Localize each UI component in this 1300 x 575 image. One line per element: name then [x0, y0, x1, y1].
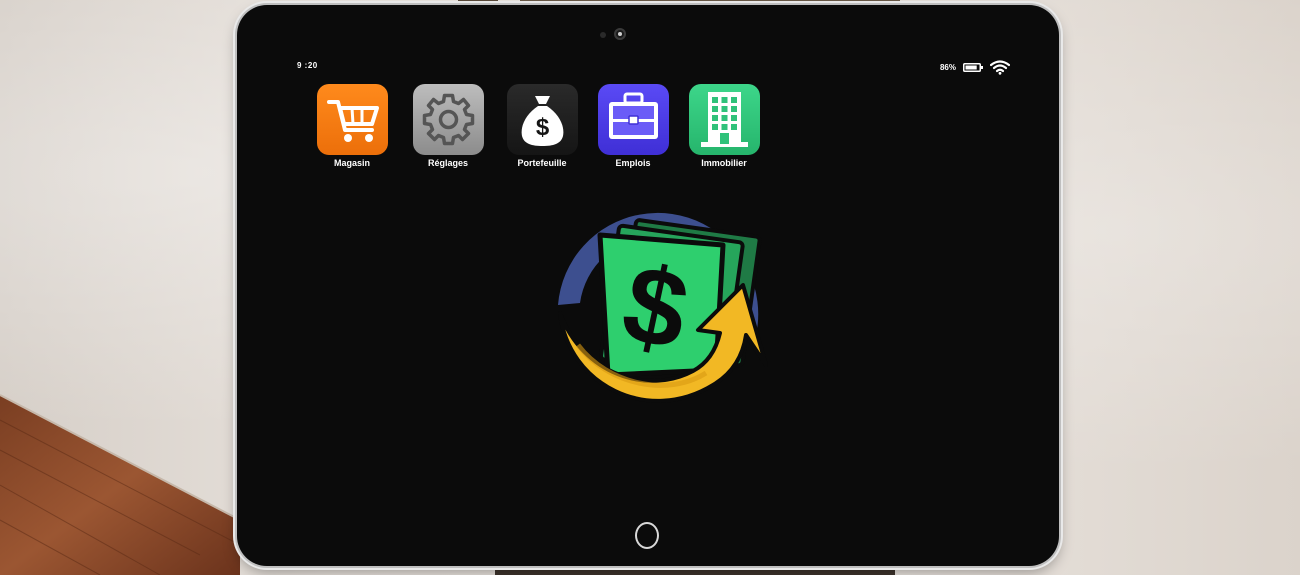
tablet-screen: 9 :20 86% Magasin Réglages $ Portefeuill… [285, 58, 1012, 510]
app-label-magasin: Magasin [333, 158, 370, 168]
app-label-emplois: Emplois [615, 158, 651, 168]
app-icon-portefeuille: $ [506, 84, 578, 155]
battery-percentage: 86% [939, 63, 956, 72]
gear-icon [422, 93, 474, 146]
stand-bottom [495, 565, 895, 575]
wifi-icon [990, 60, 1010, 75]
app-reglages[interactable]: Réglages [408, 84, 488, 168]
app-label-reglages: Réglages [427, 158, 469, 168]
status-time: 9 :20 [297, 61, 318, 70]
app-icon-emplois [597, 84, 669, 155]
app-portefeuille[interactable]: $ Portefeuille [502, 84, 582, 168]
sensor-dot [600, 32, 606, 38]
app-immobilier[interactable]: Immobilier [684, 84, 764, 168]
svg-text:$: $ [535, 114, 549, 141]
front-camera [614, 28, 626, 40]
app-icon-reglages [412, 84, 484, 155]
money-bag-icon: $ [521, 96, 563, 146]
dollar-cycle-logo-icon: $ [558, 212, 768, 403]
app-label-immobilier: Immobilier [701, 158, 747, 168]
app-label-portefeuille: Portefeuille [517, 158, 567, 168]
tablet-device: 9 :20 86% Magasin Réglages $ Portefeuill… [237, 5, 1059, 566]
shopping-cart-icon [326, 100, 379, 142]
home-button[interactable] [635, 522, 659, 549]
briefcase-icon [608, 92, 658, 139]
battery-icon [963, 63, 983, 72]
app-icon-magasin [316, 84, 388, 155]
app-icon-immobilier [688, 84, 760, 155]
app-magasin[interactable]: Magasin [312, 84, 392, 168]
app-emplois[interactable]: Emplois [593, 84, 673, 168]
building-icon [700, 92, 748, 147]
